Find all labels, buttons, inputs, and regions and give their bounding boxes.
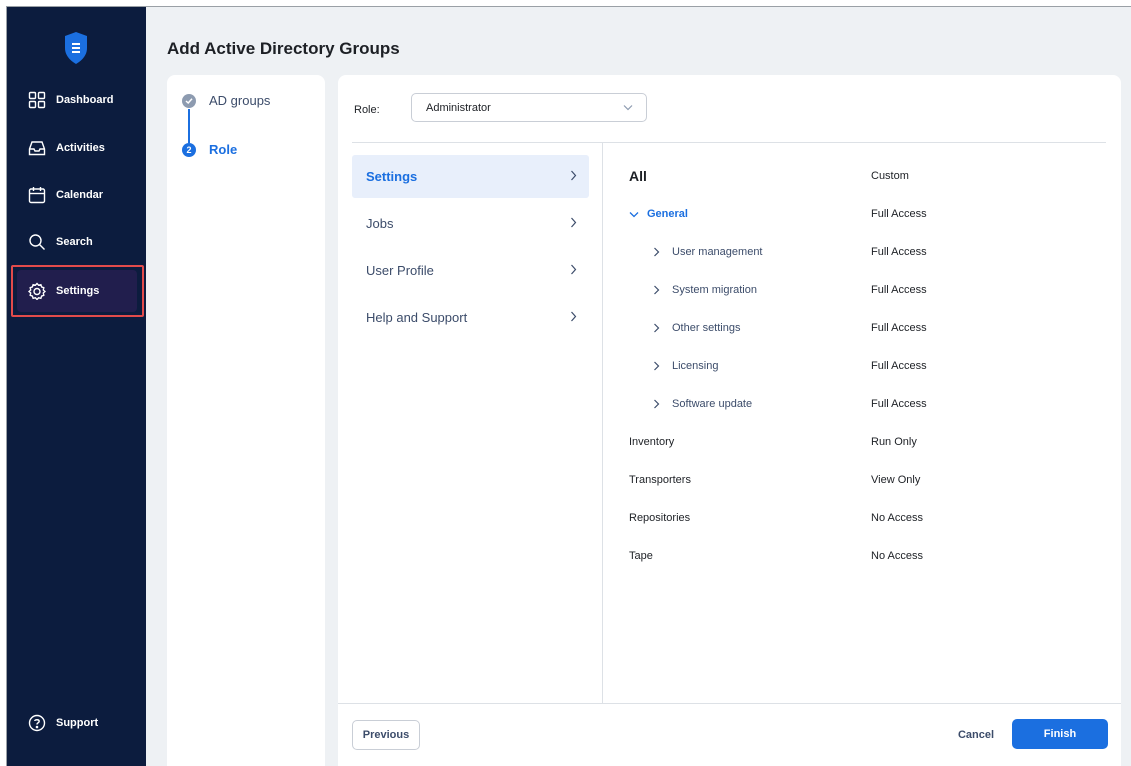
permission-value[interactable]: View Only <box>871 474 920 486</box>
permission-name: General <box>647 208 688 220</box>
permission-row[interactable]: Repositories No Access <box>625 512 1095 532</box>
sidebar-item-label: Calendar <box>56 189 104 201</box>
permission-name: Software update <box>672 398 753 410</box>
settings-highlight-box <box>11 265 144 317</box>
menu-item-user-profile[interactable]: User Profile <box>352 249 589 292</box>
sidebar-item-label: Dashboard <box>56 94 114 106</box>
permission-row-all: All Custom <box>625 168 1095 190</box>
permission-name: User management <box>672 246 763 258</box>
step-ad-groups[interactable]: AD groups <box>182 93 270 108</box>
cancel-button[interactable]: Cancel <box>946 720 1006 750</box>
sidebar-item-label: Support <box>56 717 99 729</box>
menu-item-jobs[interactable]: Jobs <box>352 202 589 245</box>
permission-value[interactable]: No Access <box>871 512 923 524</box>
permission-value[interactable]: Full Access <box>871 208 927 220</box>
sidebar-item-label: Activities <box>56 142 105 154</box>
permission-row[interactable]: Software update Full Access <box>625 398 1095 418</box>
chevron-right-icon[interactable] <box>653 399 660 409</box>
chevron-right-icon <box>571 311 577 322</box>
permission-name: Transporters <box>629 474 691 486</box>
permission-name: Inventory <box>629 436 675 448</box>
permission-row[interactable]: General Full Access <box>625 208 1095 228</box>
permission-row[interactable]: Tape No Access <box>625 550 1095 570</box>
permission-value[interactable]: Full Access <box>871 246 927 258</box>
chevron-right-icon[interactable] <box>653 361 660 371</box>
permission-row[interactable]: User management Full Access <box>625 246 1095 266</box>
chevron-right-icon <box>571 217 577 228</box>
calendar-icon <box>28 187 46 204</box>
sidebar-item-search[interactable]: Search <box>17 221 137 263</box>
sidebar-item-label: Search <box>56 236 93 248</box>
permission-value[interactable]: Full Access <box>871 322 927 334</box>
inbox-icon <box>28 141 46 156</box>
permission-value[interactable]: Full Access <box>871 398 927 410</box>
menu-item-label: User Profile <box>366 263 434 278</box>
menu-item-label: Help and Support <box>366 310 468 325</box>
finish-button[interactable]: Finish <box>1012 719 1108 749</box>
chevron-right-icon[interactable] <box>653 247 660 257</box>
permission-name: System migration <box>672 284 757 296</box>
permission-name: Tape <box>629 550 653 562</box>
menu-item-settings[interactable]: Settings <box>352 155 589 198</box>
permission-value[interactable]: Custom <box>871 170 909 182</box>
permission-row[interactable]: Other settings Full Access <box>625 322 1095 342</box>
sidebar-item-support[interactable]: Support <box>17 702 137 744</box>
step-role[interactable]: 2 Role <box>182 142 237 157</box>
app-window: Dashboard Activities Calendar Search Set… <box>6 6 1131 766</box>
sidebar-item-activities[interactable]: Activities <box>17 127 137 169</box>
sidebar-item-dashboard[interactable]: Dashboard <box>17 79 137 121</box>
divider <box>338 703 1121 704</box>
checkmark-icon <box>182 93 196 108</box>
menu-item-label: Jobs <box>366 216 394 231</box>
chevron-right-icon <box>571 170 577 181</box>
step-connector <box>188 109 190 143</box>
menu-item-help-and-support[interactable]: Help and Support <box>352 296 589 339</box>
chevron-right-icon <box>571 264 577 275</box>
permission-name: Licensing <box>672 360 719 372</box>
permission-name: Repositories <box>629 512 691 524</box>
sidebar: Dashboard Activities Calendar Search Set… <box>7 7 146 766</box>
permission-value[interactable]: No Access <box>871 550 923 562</box>
permission-value[interactable]: Full Access <box>871 284 927 296</box>
dashboard-grid-icon <box>28 91 46 109</box>
permission-row[interactable]: Transporters View Only <box>625 474 1095 494</box>
divider <box>602 143 603 703</box>
role-label: Role: <box>354 104 380 116</box>
role-select-value: Administrator <box>426 101 491 114</box>
permission-value[interactable]: Full Access <box>871 360 927 372</box>
search-icon <box>29 234 45 250</box>
role-select[interactable]: Administrator <box>411 93 647 122</box>
permission-row[interactable]: System migration Full Access <box>625 284 1095 304</box>
menu-item-label: Settings <box>366 169 418 184</box>
chevron-down-icon[interactable] <box>629 211 639 218</box>
wizard-steps-panel: AD groups 2 Role <box>167 75 325 766</box>
permission-name: All <box>629 168 647 184</box>
shield-logo-icon[interactable] <box>63 31 89 65</box>
step-label: Role <box>209 142 238 157</box>
divider <box>352 142 1106 143</box>
permission-row[interactable]: Licensing Full Access <box>625 360 1095 380</box>
content-area: Add Active Directory Groups AD groups 2 … <box>146 7 1131 766</box>
permission-row[interactable]: Inventory Run Only <box>625 436 1095 456</box>
step-label: AD groups <box>209 93 271 108</box>
step-number-badge: 2 <box>182 142 196 157</box>
help-circle-icon <box>28 714 46 732</box>
permission-value[interactable]: Run Only <box>871 436 917 448</box>
sidebar-item-calendar[interactable]: Calendar <box>17 174 137 216</box>
role-settings-card: Role: Administrator Settings Jobs User P… <box>338 75 1121 766</box>
page-title: Add Active Directory Groups <box>167 39 400 58</box>
chevron-down-icon <box>623 105 633 111</box>
previous-button[interactable]: Previous <box>352 720 420 750</box>
permission-name: Other settings <box>672 322 741 334</box>
chevron-right-icon[interactable] <box>653 323 660 333</box>
chevron-right-icon[interactable] <box>653 285 660 295</box>
